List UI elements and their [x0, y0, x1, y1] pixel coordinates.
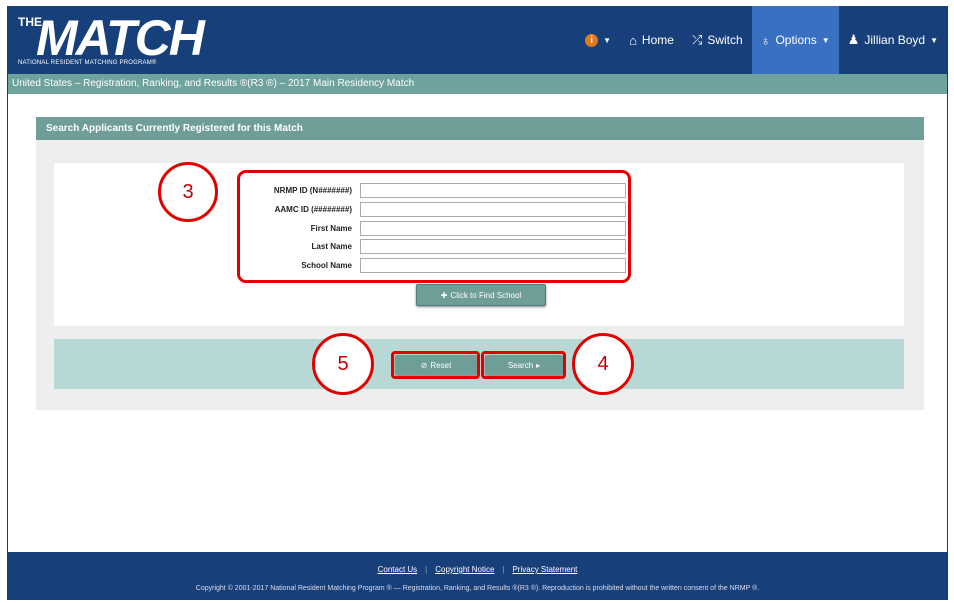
- nav-switch-label: Switch: [707, 33, 743, 47]
- footer: Contact Us | Copyright Notice | Privacy Stat…: [8, 552, 947, 600]
- search-highlight: [481, 351, 566, 379]
- plus-icon: ✚: [440, 290, 448, 300]
- stethoscope-icon: ♁: [760, 32, 771, 48]
- user-icon: ♟: [847, 32, 860, 47]
- nav-home-label: Home: [641, 33, 674, 47]
- logo-subtitle: NATIONAL RESIDENT MATCHING PROGRAM®: [18, 60, 157, 66]
- callout-3: 3: [158, 162, 218, 222]
- form-highlight: [237, 170, 631, 283]
- privacy-statement-link[interactable]: Privacy Statement: [504, 565, 585, 574]
- find-school-label: Click to Find School: [450, 290, 522, 300]
- nav-home[interactable]: ⌂ Home: [620, 6, 683, 74]
- logo-the: THE: [18, 15, 42, 29]
- callout-5: 5: [312, 333, 374, 395]
- app-window: THE MATCH NATIONAL RESIDENT MATCHING PRO…: [7, 6, 948, 600]
- info-menu[interactable]: i ▼: [576, 6, 620, 74]
- home-icon: ⌂: [629, 32, 637, 48]
- contact-us-link[interactable]: Contact Us: [370, 565, 426, 574]
- chevron-down-icon: ▼: [603, 35, 612, 45]
- find-school-button[interactable]: ✚ Click to Find School: [416, 284, 546, 306]
- breadcrumb: United States – Registration, Ranking, a…: [8, 74, 947, 94]
- reset-highlight: [391, 351, 480, 379]
- copyright-notice-link[interactable]: Copyright Notice: [427, 565, 502, 574]
- top-header: THE MATCH NATIONAL RESIDENT MATCHING PRO…: [8, 6, 947, 74]
- info-icon: i: [585, 33, 599, 47]
- nav-user-label: Jillian Boyd: [864, 33, 926, 47]
- nav-user[interactable]: ♟ Jillian Boyd ▼: [839, 6, 947, 74]
- nav-switch[interactable]: ⤮ Switch: [683, 6, 752, 74]
- footer-links: Contact Us | Copyright Notice | Privacy Stat…: [8, 565, 947, 574]
- chevron-down-icon: ▼: [821, 35, 830, 45]
- panel-title: Search Applicants Currently Registered f…: [36, 117, 924, 140]
- nav-options[interactable]: ♁ Options ▼: [751, 6, 839, 74]
- callout-4: 4: [572, 333, 634, 395]
- nav-options-label: Options: [775, 33, 817, 47]
- logo-match: MATCH: [36, 10, 205, 66]
- main-nav: i ▼ ⌂ Home ⤮ Switch ♁ Options ▼ ♟ Jillia…: [576, 6, 947, 74]
- copyright-text: Copyright © 2001-2017 National Resident …: [195, 585, 760, 592]
- shuffle-icon: ⤮: [691, 32, 703, 47]
- chevron-down-icon: ▼: [930, 35, 938, 45]
